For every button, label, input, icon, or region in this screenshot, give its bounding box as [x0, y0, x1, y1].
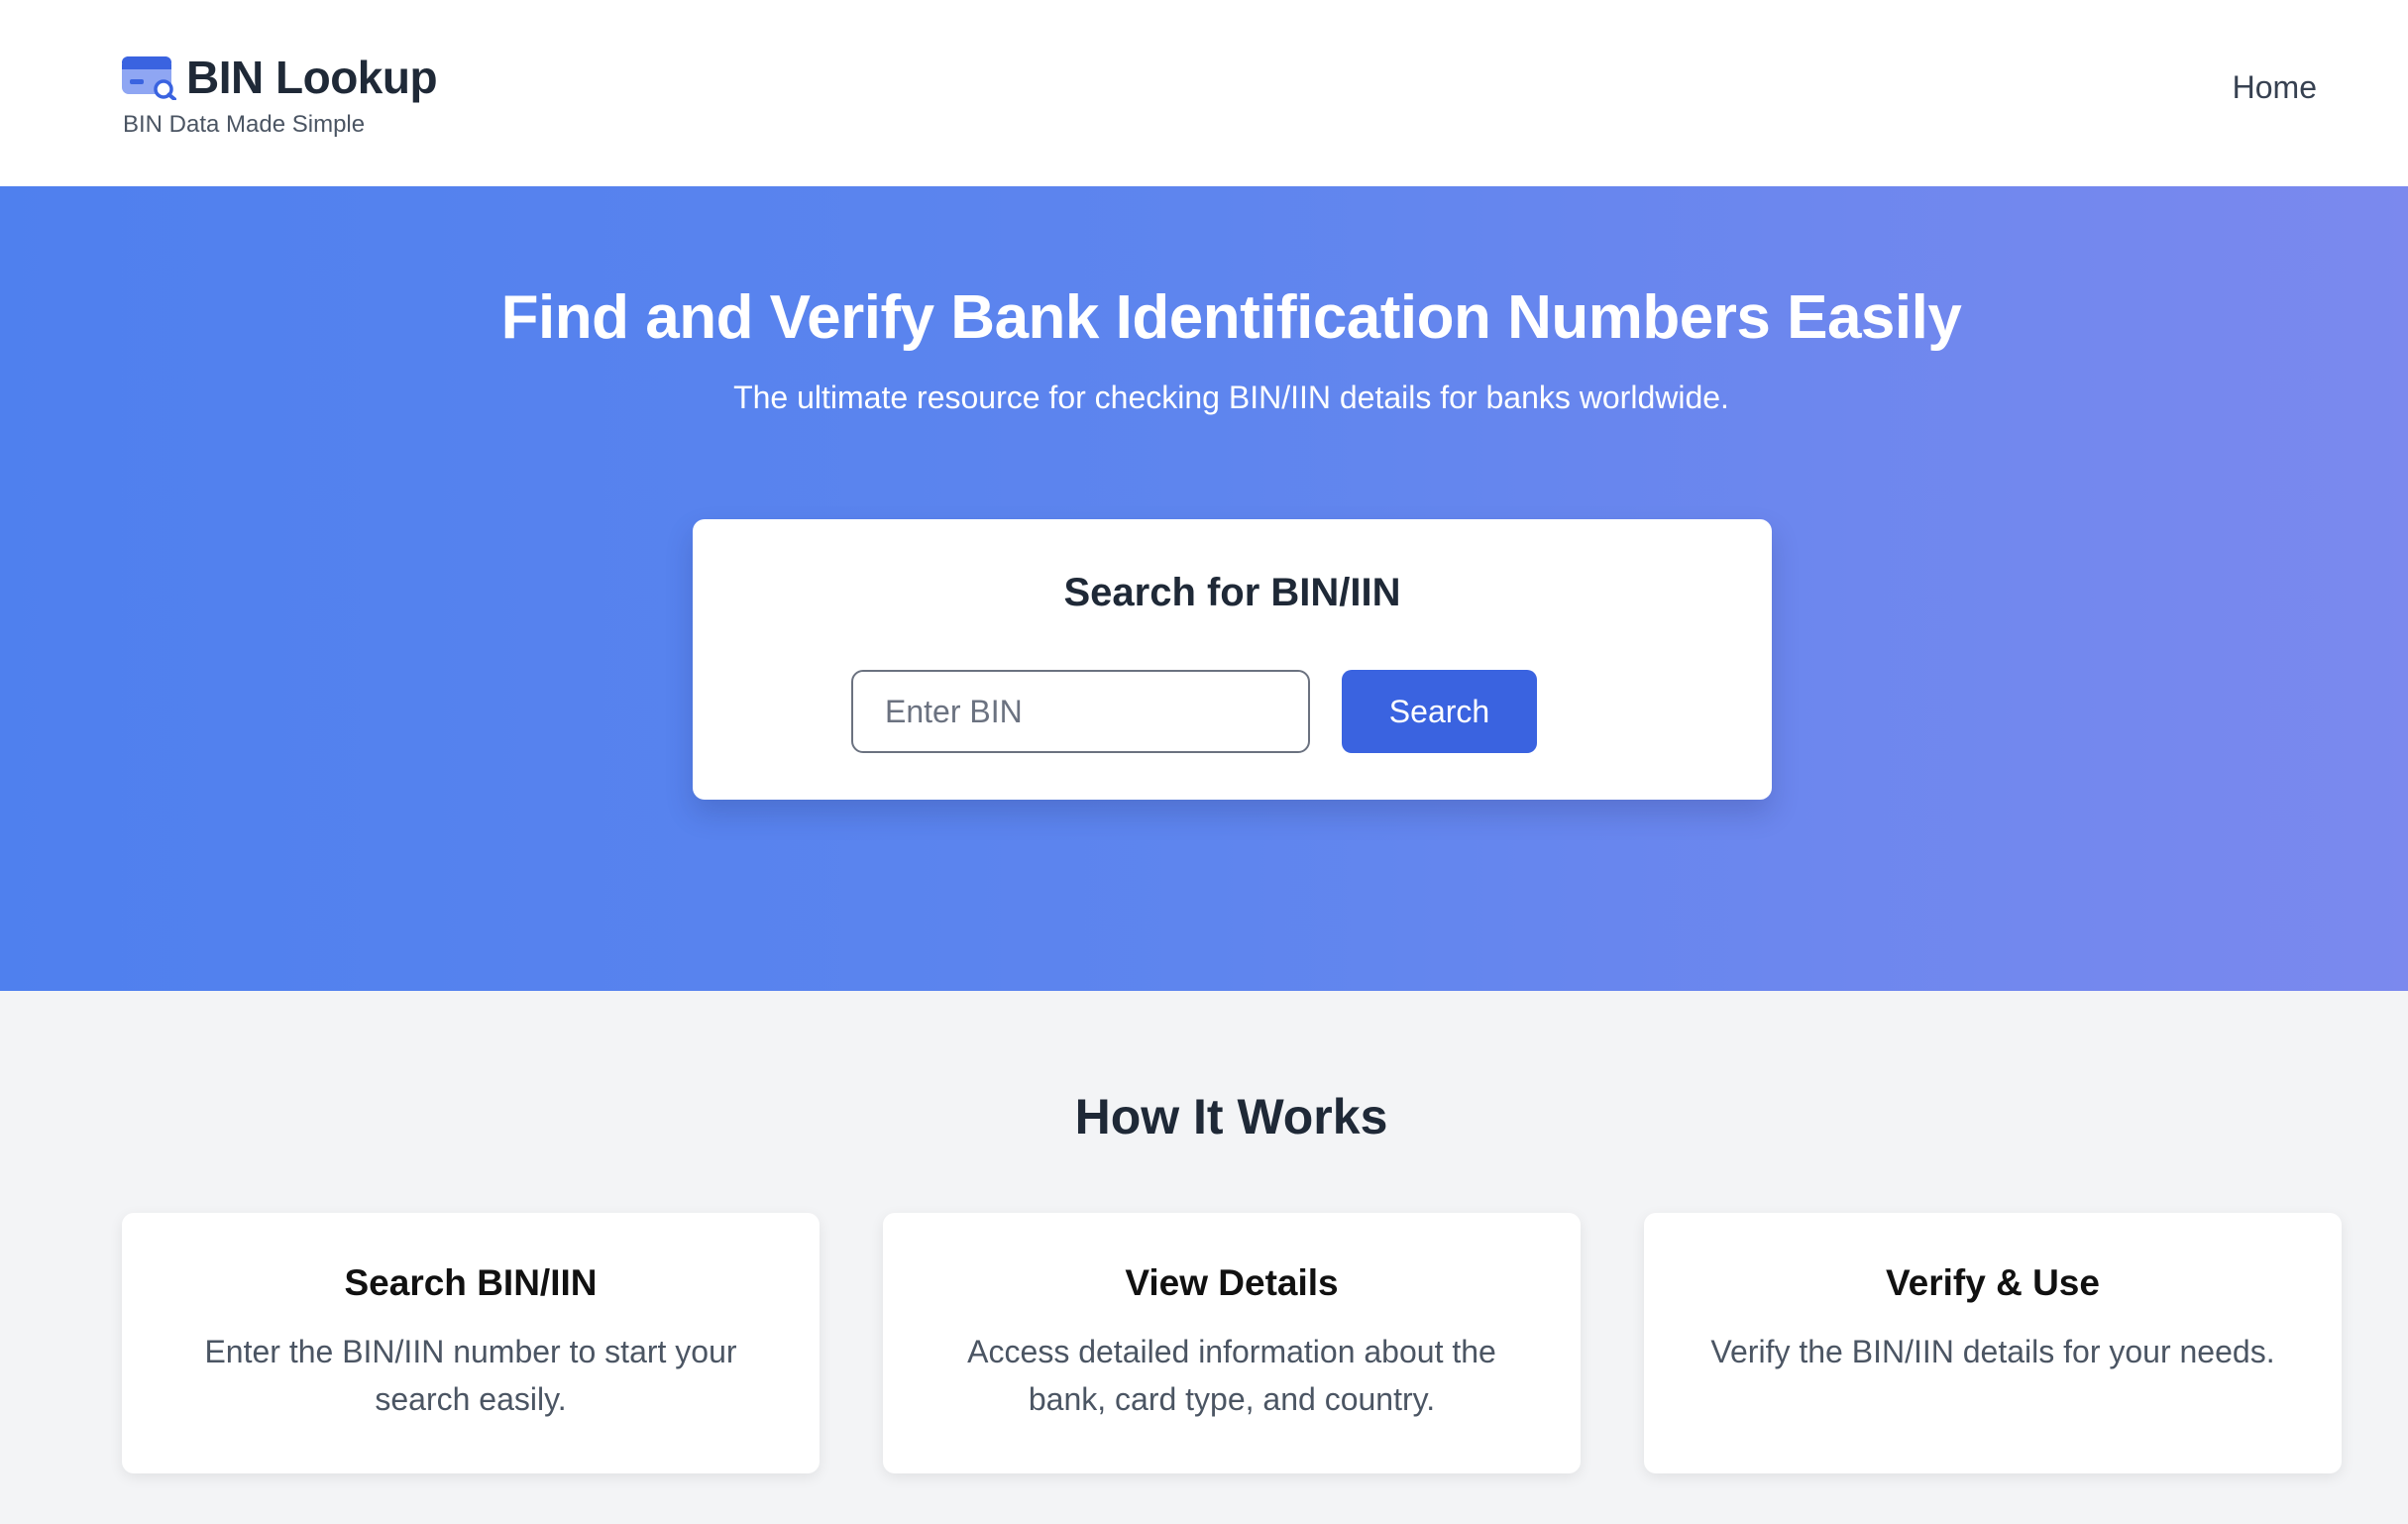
brand[interactable]: BIN Lookup BIN Data Made Simple	[121, 50, 438, 139]
bin-search-input[interactable]	[851, 670, 1310, 753]
site-header: BIN Lookup BIN Data Made Simple Home	[0, 0, 2408, 186]
brand-name: BIN Lookup	[186, 52, 438, 103]
feature-card-verify: Verify & Use Verify the BIN/IIN details …	[1644, 1213, 2342, 1473]
feature-card-details: View Details Access detailed information…	[883, 1213, 1581, 1473]
how-it-works-title: How It Works	[1074, 1089, 1388, 1144]
brand-tagline: BIN Data Made Simple	[123, 111, 366, 138]
brand-row: BIN Lookup	[121, 50, 438, 105]
feature-card-description: Access detailed information about the ba…	[967, 1334, 1496, 1417]
feature-card-title: View Details	[1125, 1262, 1339, 1303]
search-title: Search for BIN/IIN	[1063, 571, 1401, 614]
credit-card-search-icon	[122, 56, 176, 100]
nav-home-link[interactable]: Home	[2233, 69, 2317, 106]
hero-section: Find and Verify Bank Identification Numb…	[0, 186, 2408, 991]
search-button[interactable]: Search	[1342, 670, 1537, 753]
feature-card-search: Search BIN/IIN Enter the BIN/IIN number …	[122, 1213, 820, 1473]
search-card: Search for BIN/IIN Search	[693, 519, 1772, 800]
feature-card-description: Verify the BIN/IIN details for your need…	[1710, 1334, 2275, 1369]
feature-card-title: Search BIN/IIN	[344, 1262, 598, 1303]
hero-subtitle: The ultimate resource for checking BIN/I…	[733, 380, 1729, 415]
feature-card-title: Verify & Use	[1886, 1262, 2100, 1303]
hero-title: Find and Verify Bank Identification Numb…	[500, 283, 1962, 352]
feature-card-description: Enter the BIN/IIN number to start your s…	[204, 1334, 737, 1417]
